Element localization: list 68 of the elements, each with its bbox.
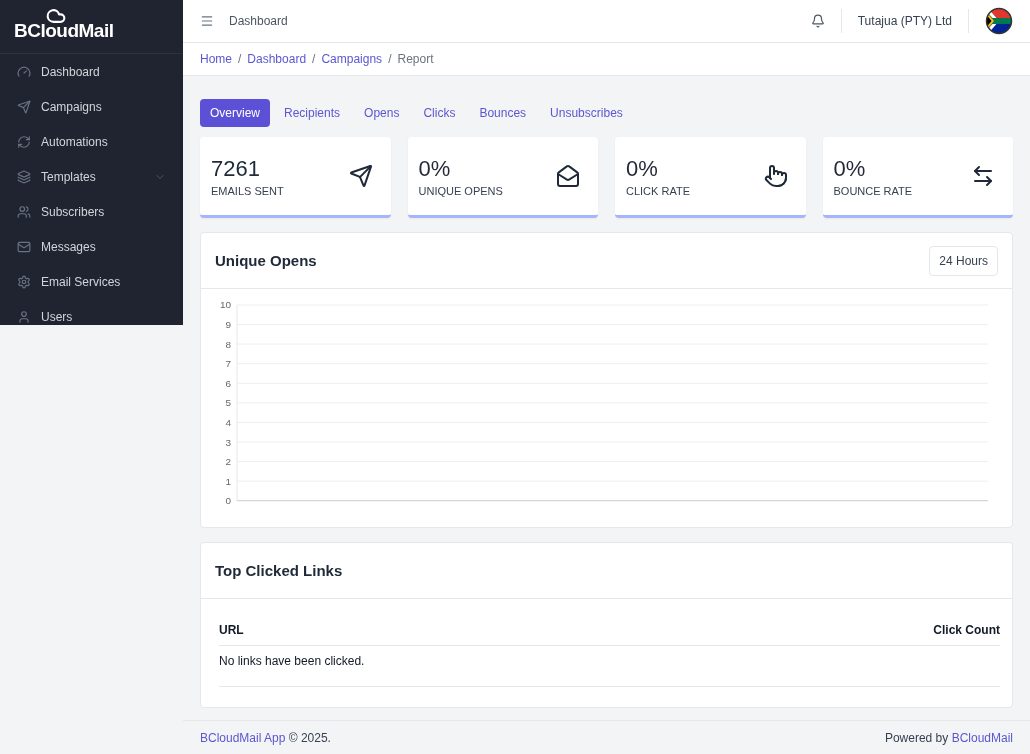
stat-label: CLICK RATE (626, 184, 690, 197)
copyright-text: © 2025. (288, 730, 331, 745)
card-title: Unique Opens (215, 252, 317, 270)
breadcrumb-separator: / (312, 52, 316, 67)
settings-icon (17, 274, 31, 289)
axis-tick-label: 5 (225, 397, 231, 409)
breadcrumb-link[interactable]: Home (200, 52, 232, 67)
stat-label: UNIQUE OPENS (418, 184, 503, 197)
nav-item[interactable]: Templates (0, 159, 183, 194)
nav-item[interactable]: Dashboard (0, 54, 183, 89)
layers-icon (17, 169, 31, 184)
nav-item[interactable]: Subscribers (0, 194, 183, 229)
breadcrumb-separator: / (238, 52, 242, 67)
notification-bell-icon[interactable] (810, 14, 825, 29)
axis-tick-label: 10 (219, 299, 231, 311)
axis-tick-label: 0 (225, 495, 231, 507)
tab[interactable]: Clicks (413, 99, 466, 128)
nav-item[interactable]: Email Services (0, 264, 183, 299)
nav-item[interactable]: Messages (0, 229, 183, 264)
stat-value: 0% (418, 155, 452, 182)
column-header: Click Count (933, 623, 1000, 638)
axis-tick-label: 7 (225, 358, 231, 370)
breadcrumb-separator: / (388, 52, 392, 67)
axis-tick-label: 3 (225, 436, 231, 448)
nav-item[interactable]: Campaigns (0, 89, 183, 124)
breadcrumb-link[interactable]: Dashboard (247, 52, 307, 67)
arrows-icon (971, 164, 995, 189)
user-icon (17, 309, 31, 324)
menu-icon[interactable] (200, 14, 214, 29)
breadcrumb-current[interactable]: Report (397, 52, 434, 67)
nav-item[interactable]: Users (0, 299, 183, 325)
tab[interactable]: Unsubscribes (540, 99, 633, 128)
stat-value: 7261 (211, 155, 261, 182)
axis-tick-label: 4 (225, 417, 231, 429)
open-envelope-icon (556, 164, 580, 189)
stat-label: BOUNCE RATE (833, 184, 913, 197)
tab[interactable]: Bounces (469, 99, 537, 128)
tab[interactable]: Overview (200, 99, 270, 128)
pointer-hand-icon (763, 164, 788, 189)
stat-label: EMAILS SENT (211, 184, 284, 197)
empty-message: No links have been clicked. (219, 646, 1000, 688)
logo: BCloudMail (14, 11, 114, 42)
paper-plane-icon (348, 164, 373, 189)
axis-tick-label: 1 (225, 476, 231, 487)
sync-icon (17, 134, 31, 149)
card-title: Top Clicked Links (215, 562, 343, 580)
axis-tick-label: 9 (225, 319, 231, 331)
breadcrumb-link[interactable]: Campaigns (321, 52, 383, 67)
axis-tick-label: 6 (225, 378, 231, 390)
page-title: Dashboard (229, 14, 289, 29)
gauge-icon (17, 64, 31, 79)
paper-plane-icon (17, 99, 31, 114)
footer-link[interactable]: BCloudMail App (200, 730, 286, 745)
column-header: URL (219, 623, 244, 638)
flag-avatar-icon[interactable] (985, 7, 1013, 36)
range-button[interactable]: 24 Hours (929, 245, 998, 276)
axis-tick-label: 2 (225, 456, 231, 468)
axis-tick-label: 8 (225, 339, 231, 350)
nav-item[interactable]: Automations (0, 124, 183, 159)
account-name[interactable]: Tutajua (PTY) Ltd (857, 14, 952, 29)
tab[interactable]: Recipients (274, 99, 351, 128)
powered-by-text: Powered by (884, 730, 949, 745)
stat-value: 0% (833, 155, 867, 182)
stat-value: 0% (626, 155, 659, 182)
users-icon (17, 204, 31, 219)
tab[interactable]: Opens (354, 99, 410, 128)
footer-link[interactable]: BCloudMail (951, 730, 1013, 745)
envelope-icon (17, 239, 31, 254)
